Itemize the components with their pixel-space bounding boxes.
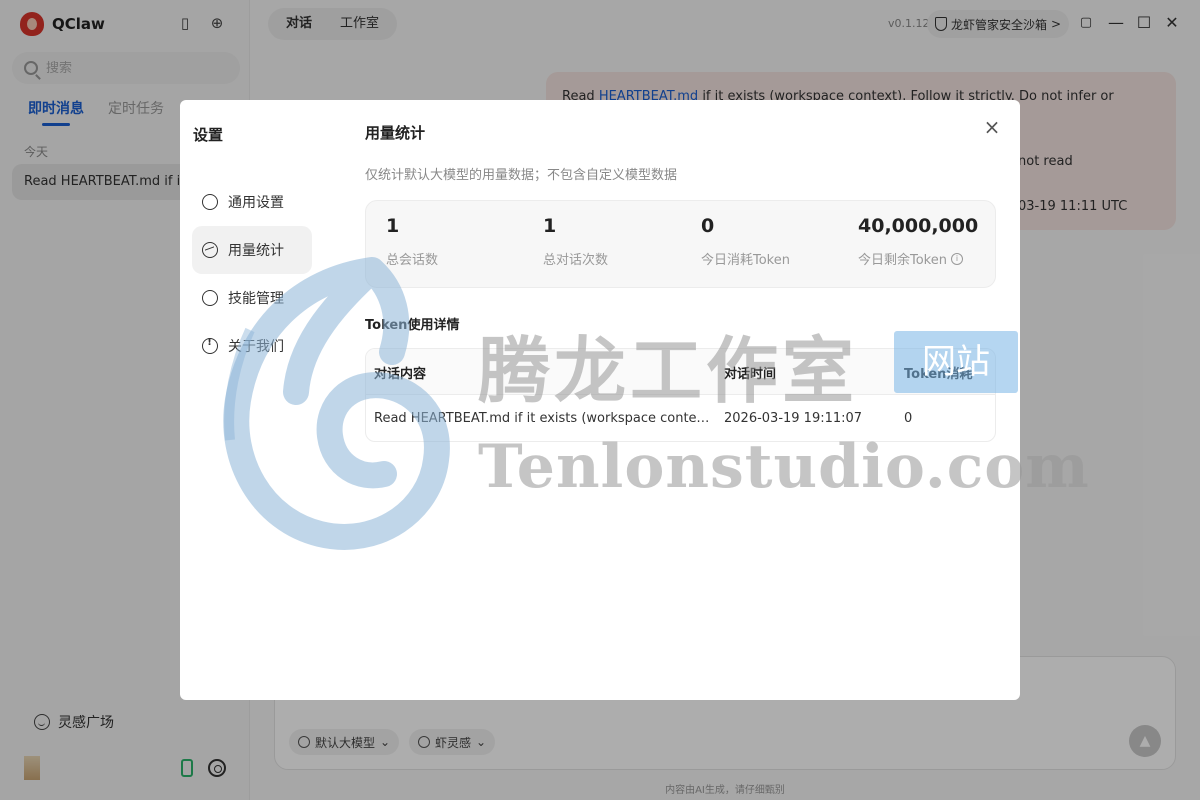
token-usage-table: 对话内容 对话时间 Token消耗 Read HEARTBEAT.md if i… [365,348,996,442]
panel-subtitle: 仅统计默认大模型的用量数据；不包含自定义模型数据 [365,168,678,183]
table-cell: 0 [904,411,913,426]
stat-today-used: 0 今日消耗Token [701,215,790,268]
table-header: 对话内容 对话时间 Token消耗 [366,349,995,395]
stat-value: 1 [543,215,557,237]
stat-label: 总对话次数 [543,253,609,268]
close-icon[interactable]: × [983,117,1001,137]
table-cell: 2026-03-19 19:11:07 [724,411,863,426]
info-icon[interactable]: i [951,252,963,265]
nav-item-general[interactable]: 通用设置 [192,178,312,226]
nav-item-usage[interactable]: 用量统计 [192,226,312,274]
stat-today-remaining: 40,000,000 今日剩余Token i [858,215,978,268]
info-icon [202,337,218,354]
stat-value: 1 [386,215,400,237]
stat-value: 40,000,000 [858,215,979,237]
table-cell: Read HEARTBEAT.md if it exists (workspac… [374,411,710,426]
stat-value: 0 [701,215,715,237]
modal-title: 设置 [193,126,224,144]
column-header: 对话时间 [724,367,777,382]
nav-label: 技能管理 [228,291,284,307]
panel-title: 用量统计 [365,124,426,142]
stat-label: 今日消耗Token [701,253,790,268]
nav-item-about[interactable]: 关于我们 [192,322,312,370]
nav-item-skills[interactable]: 技能管理 [192,274,312,322]
stat-total-chats: 1 总对话次数 [543,215,608,268]
stat-label: 今日剩余Token [858,253,947,268]
settings-nav: 通用设置 用量统计 技能管理 关于我们 [192,178,312,370]
nav-label: 用量统计 [228,243,284,259]
stat-total-sessions: 1 总会话数 [386,215,438,268]
nav-label: 关于我们 [228,339,284,355]
stats-card: 1 总会话数 1 总对话次数 0 今日消耗Token 40,000,000 今日… [365,200,996,288]
gear-icon [202,194,218,210]
table-title: Token使用详情 [365,318,460,333]
column-header: Token消耗 [904,367,973,382]
stat-label: 总会话数 [386,253,439,268]
chart-icon [202,242,218,258]
skill-icon [202,290,218,306]
nav-label: 通用设置 [228,195,284,211]
settings-modal: 设置 通用设置 用量统计 技能管理 关于我们 × 用量统计 仅统计默认大模型的用… [180,100,1020,700]
column-header: 对话内容 [374,367,427,382]
